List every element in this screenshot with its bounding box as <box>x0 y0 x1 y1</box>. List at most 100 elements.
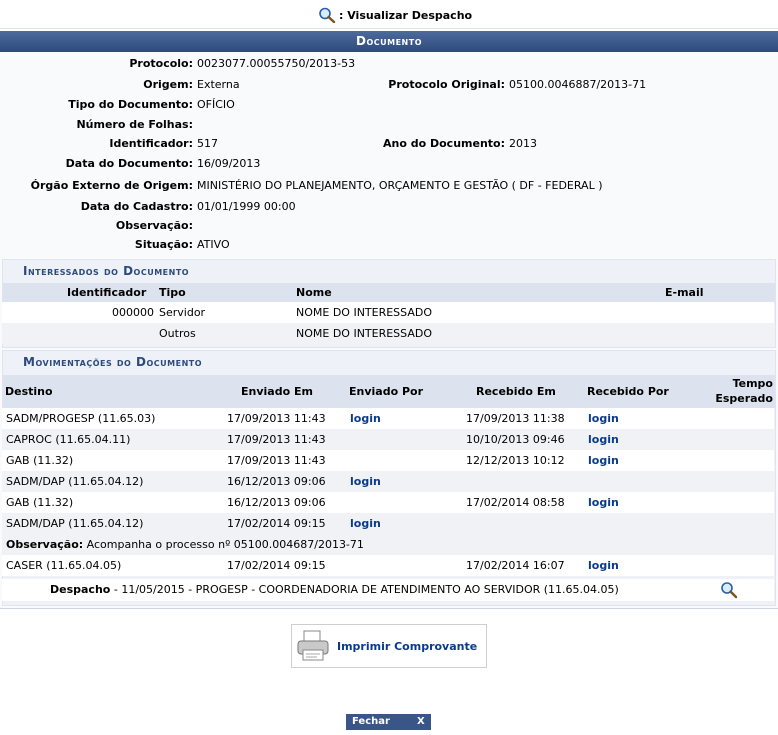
cell-enviado-em: 17/02/2014 09:15 <box>227 559 326 572</box>
protocolo-original-label: Protocolo Original: <box>388 78 505 91</box>
observacao-note: Observação: Acompanha o processo nº 0510… <box>6 534 364 555</box>
col-recebido-por: Recebido Por <box>587 385 669 398</box>
col-tipo: Tipo <box>159 286 186 299</box>
field-situacao: Situação: ATIVO <box>0 236 778 254</box>
despacho-value: - 11/05/2015 - PROGESP - COORDENADORIA D… <box>110 583 619 596</box>
cell-tipo: Servidor <box>159 306 206 319</box>
data-doc-value: 16/09/2013 <box>197 157 261 170</box>
recebido-por-link[interactable]: login <box>588 555 619 576</box>
interessados-title: Interessados do Documento <box>23 264 190 278</box>
close-icon: X <box>417 716 425 727</box>
recebido-por-link[interactable]: login <box>588 429 619 450</box>
protocolo-original-value: 05100.0046887/2013-71 <box>509 78 647 91</box>
col-tempo-2: Esperado <box>715 392 773 405</box>
despacho-row: Despacho - 11/05/2015 - PROGESP - COORDE… <box>2 579 774 601</box>
observacao-note-label: Observação: <box>6 538 84 551</box>
ano-label: Ano do Documento: <box>383 137 505 150</box>
page-title: : Visualizar Despacho <box>318 7 472 23</box>
document-panel: Protocolo: 0023077.00055750/2013-53 Orig… <box>0 52 778 609</box>
movimentacoes-title: Movimentações do Documento <box>23 355 203 369</box>
col-recebido-em: Recebido Em <box>476 385 556 398</box>
orgao-label: Órgão Externo de Origem: <box>30 179 193 192</box>
protocolo-value: 0023077.00055750/2013-53 <box>197 57 356 70</box>
movimentacoes-header-row: Destino Enviado Em Enviado Por Recebido … <box>3 375 775 408</box>
print-receipt-label: Imprimir Comprovante <box>337 639 478 653</box>
cell-recebido-em: 17/09/2013 11:38 <box>466 412 565 425</box>
cell-destino: CASER (11.65.04.05) <box>6 559 122 572</box>
cell-destino: CAPROC (11.65.04.11) <box>6 433 131 446</box>
identificador-label: Identificador: <box>109 137 193 150</box>
tipo-label: Tipo do Documento: <box>68 98 193 111</box>
despacho-text: Despacho - 11/05/2015 - PROGESP - COORDE… <box>50 579 619 601</box>
table-row: CAPROC (11.65.04.11) 17/09/2013 11:43 10… <box>2 429 774 450</box>
cell-recebido-em: 17/02/2014 16:07 <box>466 559 565 572</box>
cell-enviado-em: 17/09/2013 11:43 <box>227 433 326 446</box>
col-tempo-1: Tempo <box>732 377 773 390</box>
enviado-por-link[interactable]: login <box>350 471 381 492</box>
data-doc-label: Data do Documento: <box>65 157 193 170</box>
cell-nome: NOME DO INTERESSADO <box>296 327 433 340</box>
cell-destino: SADM/DAP (11.65.04.12) <box>6 517 144 530</box>
magnifier-icon <box>319 7 336 23</box>
tipo-value: OFÍCIO <box>197 98 235 111</box>
observacao-row: Observação: Acompanha o processo nº 0510… <box>2 534 774 555</box>
orgao-value: MINISTÉRIO DO PLANEJAMENTO, ORÇAMENTO E … <box>197 179 603 192</box>
observacao-label: Observação: <box>115 219 193 232</box>
table-row: SADM/DAP (11.65.04.12) 17/02/2014 09:15 … <box>2 513 774 534</box>
section-title: Documento <box>0 31 778 52</box>
ano-value: 2013 <box>509 137 537 150</box>
folhas-label: Número de Folhas: <box>76 118 193 131</box>
table-row: GAB (11.32) 16/12/2013 09:06 17/02/2014 … <box>2 492 774 513</box>
field-observacao: Observação: <box>0 217 778 235</box>
cell-destino: SADM/DAP (11.65.04.12) <box>6 475 144 488</box>
data-cadastro-label: Data do Cadastro: <box>80 200 193 213</box>
protocolo-label: Protocolo: <box>129 57 193 70</box>
origem-label: Origem: <box>143 78 193 91</box>
cell-identificador: 000000 <box>112 306 154 319</box>
cell-enviado-em: 17/09/2013 11:43 <box>227 412 326 425</box>
col-enviado-por: Enviado Por <box>349 385 424 398</box>
table-row: Outros NOME DO INTERESSADO <box>2 323 774 344</box>
printer-icon <box>297 630 329 661</box>
cell-enviado-em: 16/12/2013 09:06 <box>227 475 326 488</box>
magnifier-icon <box>721 582 738 599</box>
enviado-por-link[interactable]: login <box>350 408 381 429</box>
cell-destino: GAB (11.32) <box>6 496 74 509</box>
print-receipt-button[interactable]: Imprimir Comprovante <box>291 624 487 668</box>
cell-recebido-em: 12/12/2013 10:12 <box>466 454 565 467</box>
field-data-cadastro: Data do Cadastro: 01/01/1999 00:00 <box>0 198 778 216</box>
recebido-por-link[interactable]: login <box>588 492 619 513</box>
cell-enviado-em: 16/12/2013 09:06 <box>227 496 326 509</box>
view-despacho-icon[interactable] <box>720 581 738 607</box>
cell-recebido-em: 17/02/2014 08:58 <box>466 496 565 509</box>
situacao-value: ATIVO <box>197 238 230 251</box>
situacao-label: Situação: <box>134 238 193 251</box>
origem-value: Externa <box>197 78 240 91</box>
cell-destino: SADM/PROGESP (11.65.03) <box>6 412 156 425</box>
recebido-por-link[interactable]: login <box>588 408 619 429</box>
cell-enviado-em: 17/09/2013 11:43 <box>227 454 326 467</box>
table-row: GAB (11.32) 17/09/2013 11:43 12/12/2013 … <box>2 450 774 471</box>
col-nome: Nome <box>296 286 332 299</box>
interessados-header-row: Identificador Tipo Nome E-mail <box>3 283 775 303</box>
col-identificador: Identificador <box>67 286 147 299</box>
close-button[interactable]: Fechar X <box>346 714 431 730</box>
identificador-value: 517 <box>197 137 218 150</box>
observacao-note-text: Acompanha o processo nº 05100.004687/201… <box>83 538 364 551</box>
enviado-por-link[interactable]: login <box>350 513 381 534</box>
cell-recebido-em: 10/10/2013 09:46 <box>466 433 565 446</box>
col-destino: Destino <box>5 385 53 398</box>
table-row: CASER (11.65.04.05) 17/02/2014 09:15 17/… <box>2 555 774 576</box>
field-data-doc: Data do Documento: 16/09/2013 <box>0 155 778 173</box>
table-row: 000000 Servidor NOME DO INTERESSADO <box>2 302 774 323</box>
cell-destino: GAB (11.32) <box>6 454 74 467</box>
field-origem: Origem: Externa Protocolo Original: 0510… <box>0 76 778 94</box>
field-identificador: Identificador: 517 Ano do Documento: 201… <box>0 135 778 153</box>
field-orgao: Órgão Externo de Origem: MINISTÉRIO DO P… <box>0 177 778 195</box>
field-protocolo: Protocolo: 0023077.00055750/2013-53 <box>0 55 778 73</box>
col-email: E-mail <box>665 286 704 299</box>
field-tipo: Tipo do Documento: OFÍCIO <box>0 96 778 114</box>
table-row: SADM/DAP (11.65.04.12) 16/12/2013 09:06 … <box>2 471 774 492</box>
recebido-por-link[interactable]: login <box>588 450 619 471</box>
data-cadastro-value: 01/01/1999 00:00 <box>197 200 296 213</box>
